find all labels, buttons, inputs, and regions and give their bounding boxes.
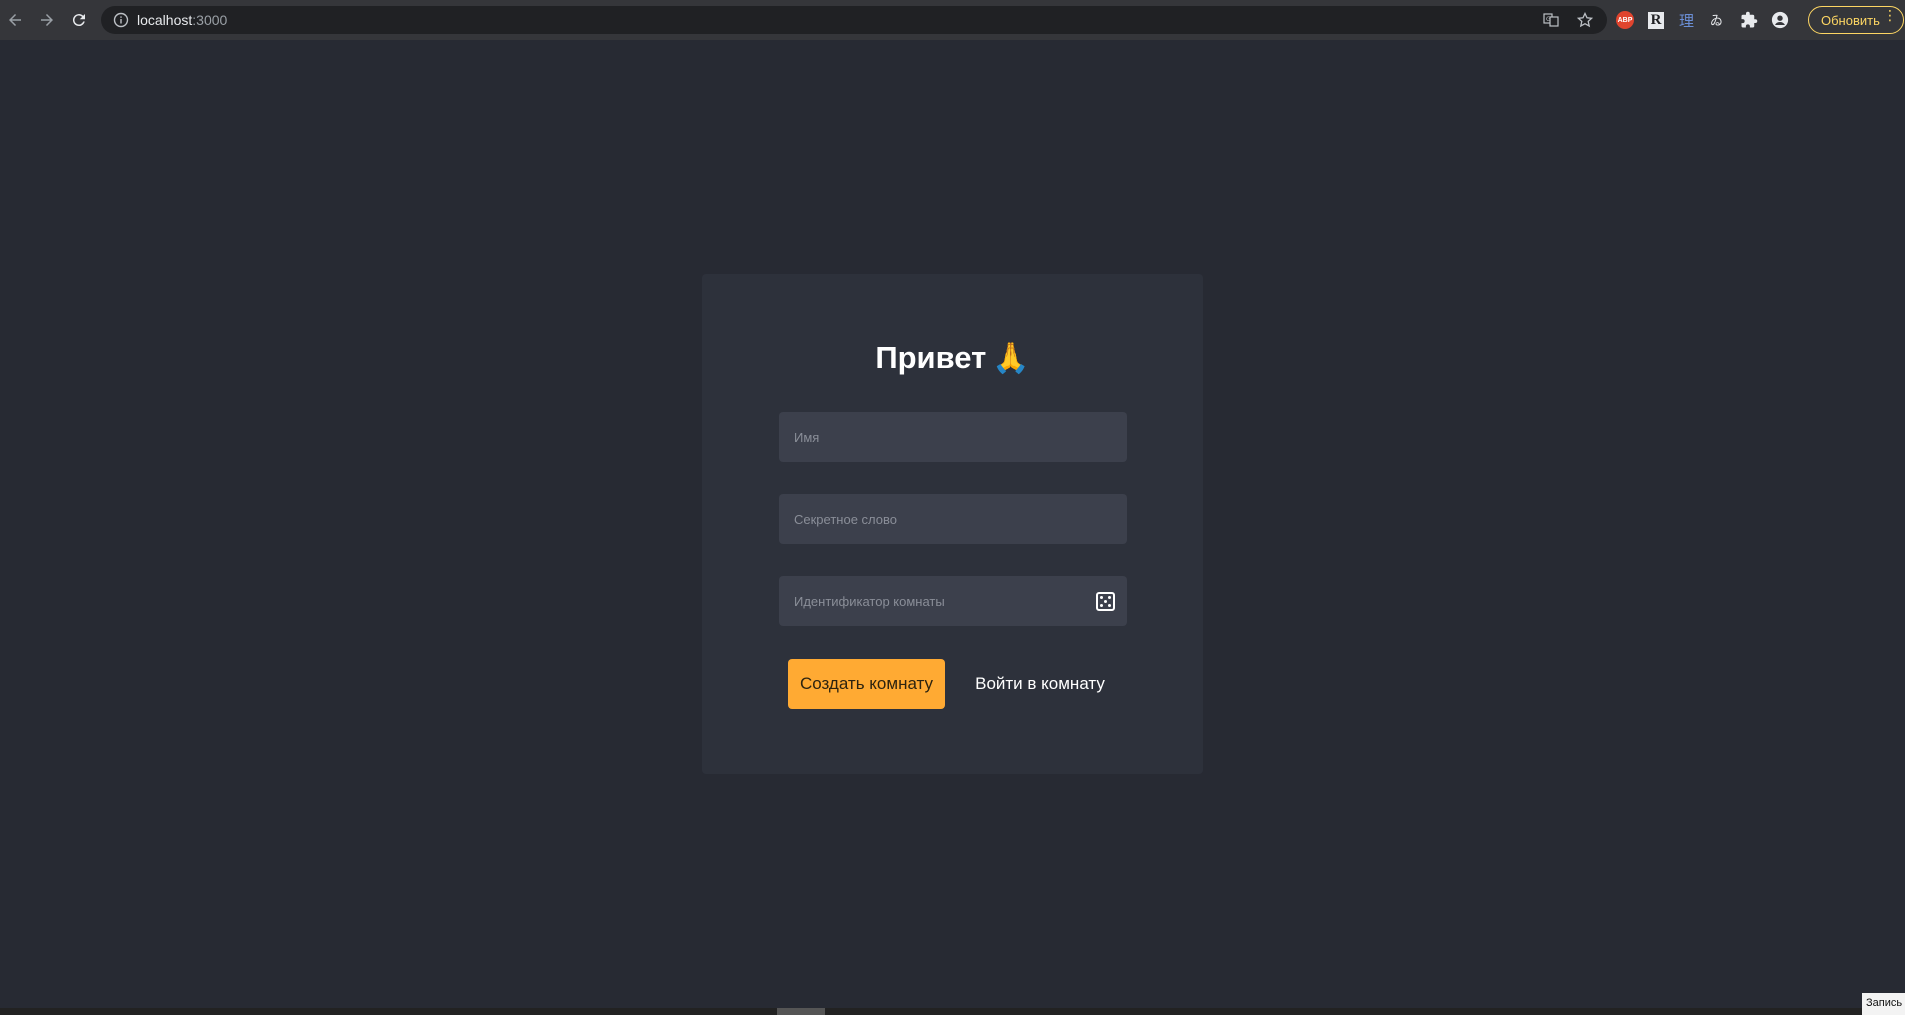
- bookmark-star-icon[interactable]: [1575, 10, 1595, 30]
- bottom-strip: [0, 1008, 1905, 1015]
- join-room-button[interactable]: Войти в комнату: [960, 659, 1120, 709]
- url-text: localhost:3000: [137, 12, 227, 28]
- secret-input[interactable]: [794, 511, 1127, 527]
- title-text: Привет: [875, 340, 987, 375]
- browser-toolbar: localhost:3000 G ABP R 理 ゐ Обновить ⋮: [0, 0, 1905, 40]
- bottom-tab-indicator: [777, 1008, 825, 1015]
- room-id-field[interactable]: [779, 576, 1127, 626]
- room-id-input[interactable]: [794, 593, 1094, 609]
- update-button[interactable]: Обновить ⋮: [1808, 6, 1904, 34]
- yomichan-icon[interactable]: ゐ: [1708, 10, 1728, 30]
- name-field[interactable]: [779, 412, 1127, 462]
- secret-field[interactable]: [779, 494, 1127, 544]
- svg-text:ゐ: ゐ: [1710, 14, 1723, 29]
- update-label: Обновить: [1821, 12, 1880, 28]
- dice-icon[interactable]: [1096, 592, 1115, 611]
- name-input[interactable]: [794, 429, 1127, 445]
- svg-text:理: 理: [1679, 12, 1694, 29]
- profile-icon[interactable]: [1770, 10, 1790, 30]
- menu-kebab-icon[interactable]: ⋮: [1883, 8, 1897, 22]
- svg-text:G: G: [1546, 16, 1551, 23]
- login-card: Привет🙏 Создать комнату Войти в комнату: [702, 274, 1203, 774]
- praying-hands-icon: 🙏: [992, 342, 1030, 375]
- adblock-icon[interactable]: ABP: [1615, 10, 1635, 30]
- back-icon[interactable]: [0, 5, 30, 35]
- puzzle-icon[interactable]: [1739, 10, 1759, 30]
- record-label[interactable]: Запись: [1862, 993, 1905, 1015]
- extensions-row: ABP R 理 ゐ: [1615, 6, 1790, 34]
- forward-icon[interactable]: [32, 5, 62, 35]
- translate-ext-icon[interactable]: 理: [1677, 10, 1697, 30]
- page-title: Привет 🙏: [702, 340, 1203, 376]
- translate-icon[interactable]: G: [1541, 10, 1561, 30]
- info-icon[interactable]: [113, 12, 129, 28]
- address-bar[interactable]: localhost:3000 G: [101, 6, 1607, 34]
- create-room-button[interactable]: Создать комнату: [788, 659, 945, 709]
- url-port: :3000: [192, 12, 228, 28]
- url-host: localhost: [137, 12, 193, 28]
- reload-icon[interactable]: [64, 5, 94, 35]
- r-extension-icon[interactable]: R: [1646, 10, 1666, 30]
